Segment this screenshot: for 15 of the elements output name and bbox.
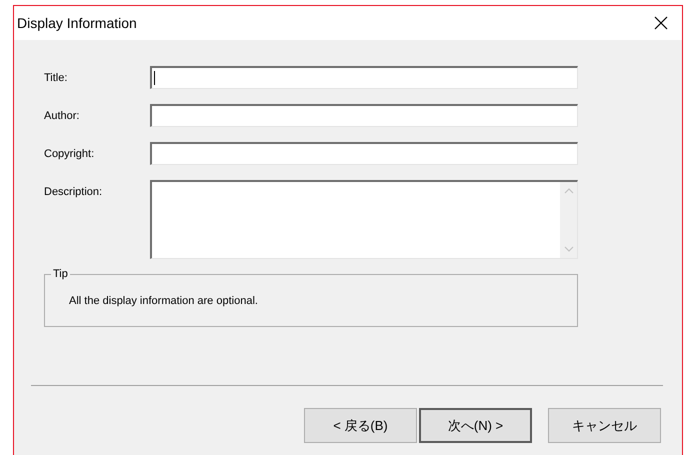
field-label: Description: [44, 185, 104, 200]
text-field[interactable] [150, 142, 578, 165]
field-label: Copyright: [44, 147, 96, 162]
close-icon[interactable] [654, 16, 668, 30]
field-label: Title: [44, 71, 68, 86]
group-title: Tip [51, 267, 70, 281]
dialog-button[interactable]: キャンセル [548, 408, 661, 443]
text-field[interactable] [150, 104, 578, 127]
text-field[interactable] [150, 66, 578, 89]
window-title: Display Information [17, 14, 137, 33]
field-label: Author: [44, 109, 80, 124]
dialog-button[interactable]: < 戻る(B) [304, 408, 417, 443]
dialog-button[interactable]: 次へ(N) > [419, 408, 532, 443]
tip-text: All the display information are optional. [68, 294, 259, 309]
description-field[interactable] [150, 180, 578, 259]
